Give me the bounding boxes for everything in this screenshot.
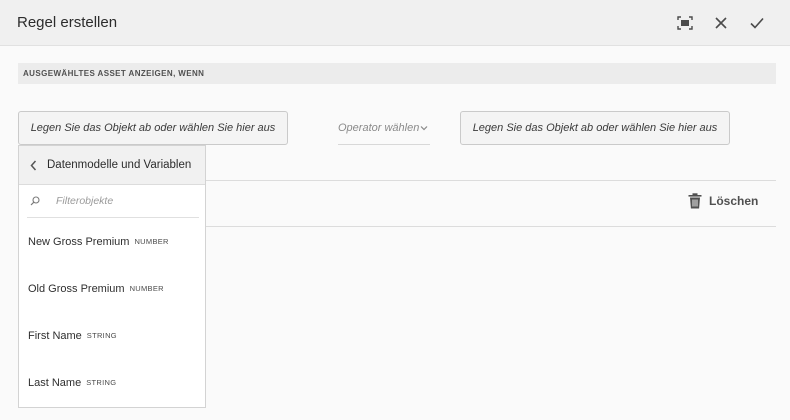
item-type: STRING	[86, 378, 117, 387]
filter-field	[27, 185, 199, 218]
dropdown-back-header[interactable]: Datenmodelle und Variablen	[19, 146, 205, 185]
section-heading: AUSGEWÄHLTES ASSET ANZEIGEN, WENN	[18, 63, 776, 84]
chevron-down-icon	[420, 125, 428, 130]
list-item[interactable]: Old Gross Premium NUMBER	[19, 265, 205, 312]
list-item[interactable]: New Gross Premium NUMBER	[19, 218, 205, 265]
item-type: NUMBER	[129, 284, 164, 293]
search-icon	[30, 196, 40, 206]
delete-button[interactable]: Löschen	[688, 193, 758, 209]
left-object-dropzone[interactable]: Legen Sie das Objekt ab oder wählen Sie …	[18, 111, 288, 145]
delete-label: Löschen	[709, 194, 759, 208]
dropdown-title: Datenmodelle und Variablen	[47, 159, 192, 171]
item-name: Last Name	[28, 376, 82, 389]
right-object-dropzone[interactable]: Legen Sie das Objekt ab oder wählen Sie …	[460, 111, 730, 145]
item-type: NUMBER	[134, 237, 169, 246]
dialog-title: Regel erstellen	[17, 14, 118, 31]
list-item[interactable]: First Name STRING	[19, 312, 205, 359]
list-item[interactable]: Last Name STRING	[19, 359, 205, 406]
divider	[206, 180, 776, 181]
close-button[interactable]	[711, 13, 731, 33]
data-model-dropdown: Datenmodelle und Variablen New Gross Pre…	[18, 145, 206, 408]
trash-icon	[688, 193, 702, 209]
chevron-left-icon	[19, 160, 47, 171]
checkmark-icon	[750, 17, 764, 29]
dialog-header: Regel erstellen	[0, 0, 790, 46]
item-name: Old Gross Premium	[28, 282, 125, 295]
close-icon	[715, 17, 727, 29]
item-name: First Name	[28, 329, 82, 342]
fullscreen-button[interactable]	[675, 13, 695, 33]
item-name: New Gross Premium	[28, 235, 130, 248]
confirm-button[interactable]	[747, 13, 767, 33]
item-type: STRING	[86, 331, 117, 340]
fullscreen-icon	[677, 16, 693, 30]
operator-placeholder: Operator wählen	[338, 121, 420, 134]
operator-select[interactable]: Operator wählen	[338, 111, 430, 145]
filter-input[interactable]	[54, 194, 198, 208]
divider	[206, 226, 776, 227]
